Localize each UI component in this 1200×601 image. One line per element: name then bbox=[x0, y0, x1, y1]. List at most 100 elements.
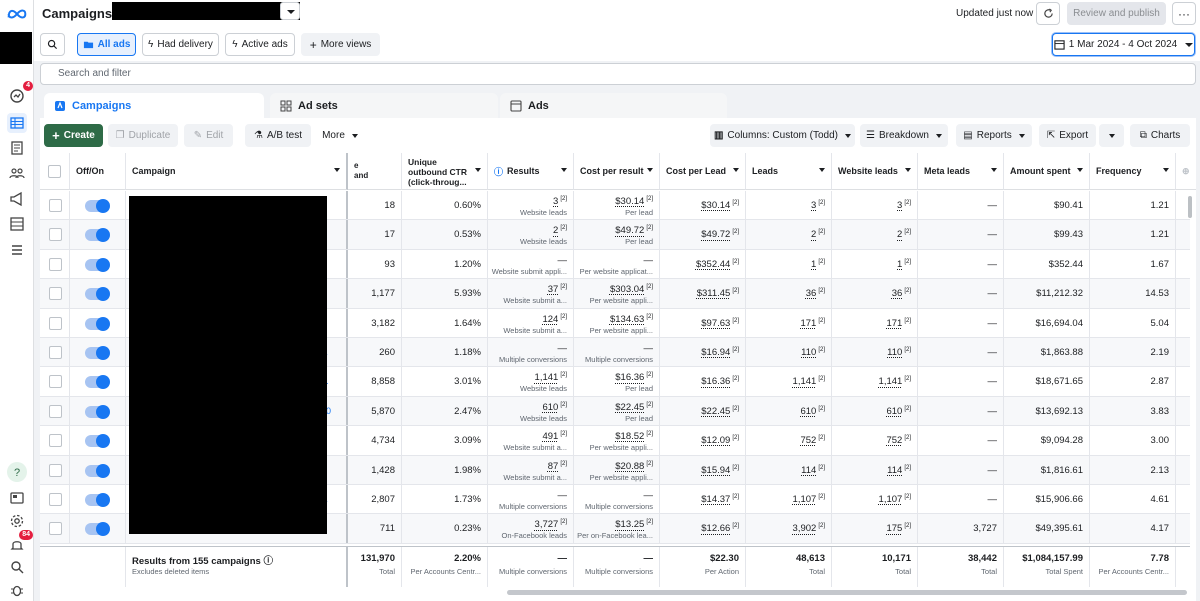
ab-test-button[interactable]: ⚗ A/B test bbox=[245, 124, 311, 147]
value-cpr[interactable]: $16.36 bbox=[615, 373, 644, 384]
value-cpl[interactable]: $16.36 bbox=[701, 377, 730, 388]
export-button[interactable]: ⇱ Export bbox=[1039, 124, 1096, 147]
campaign-toggle[interactable] bbox=[85, 404, 110, 419]
value-cpr[interactable]: — bbox=[644, 255, 654, 266]
value-leads[interactable]: 110 bbox=[801, 347, 816, 358]
value-res[interactable]: 491 bbox=[542, 431, 558, 442]
value-wl[interactable]: 1 bbox=[897, 259, 902, 270]
campaign-toggle[interactable] bbox=[85, 434, 110, 449]
header-amount-spent[interactable]: Amount spent bbox=[1004, 153, 1090, 190]
row-checkbox[interactable] bbox=[49, 522, 62, 536]
value-leads[interactable]: 171 bbox=[800, 318, 816, 329]
value-leads[interactable]: 114 bbox=[801, 465, 816, 476]
all-ads-filter[interactable]: All ads bbox=[77, 33, 136, 56]
value-wl[interactable]: 2 bbox=[897, 230, 902, 241]
value-res[interactable]: 1,141 bbox=[535, 373, 559, 384]
select-all-checkbox[interactable] bbox=[48, 165, 61, 178]
value-cpl[interactable]: $12.09 bbox=[701, 435, 730, 446]
value-wl[interactable]: 1,107 bbox=[879, 494, 903, 505]
campaign-toggle[interactable] bbox=[85, 287, 110, 302]
header-ctr[interactable]: Unique outbound CTR (click-throug... bbox=[402, 153, 488, 190]
header-cost-per-lead[interactable]: Cost per Lead bbox=[660, 153, 746, 190]
row-checkbox[interactable] bbox=[49, 257, 62, 271]
menu-icon[interactable] bbox=[7, 240, 27, 260]
value-leads[interactable]: 610 bbox=[800, 406, 816, 417]
duplicate-button[interactable]: ❐ Duplicate bbox=[108, 124, 178, 147]
value-cpr[interactable]: $303.04 bbox=[610, 284, 644, 295]
bug-report-icon[interactable] bbox=[7, 580, 27, 600]
refresh-button[interactable] bbox=[1036, 2, 1060, 25]
header-leads[interactable]: Leads bbox=[746, 153, 832, 190]
header-frequency[interactable]: Frequency bbox=[1090, 153, 1176, 190]
value-leads[interactable]: 36 bbox=[806, 288, 817, 299]
date-range-picker[interactable]: 1 Mar 2024 - 4 Oct 2024 bbox=[1052, 33, 1195, 56]
value-res[interactable]: 3 bbox=[553, 196, 558, 207]
account-selector-redacted[interactable] bbox=[112, 2, 300, 20]
add-column-button[interactable]: ⊕ bbox=[1176, 153, 1196, 190]
value-res[interactable]: 124 bbox=[542, 314, 558, 325]
value-cpl[interactable]: $30.14 bbox=[701, 200, 730, 211]
value-res[interactable]: 3,727 bbox=[535, 520, 559, 531]
value-cpr[interactable]: $13.25 bbox=[615, 520, 644, 531]
export-dropdown[interactable] bbox=[1099, 124, 1124, 147]
header-cost-per-result[interactable]: Cost per result bbox=[574, 153, 660, 190]
value-cpr[interactable]: $22.45 bbox=[615, 402, 644, 413]
value-wl[interactable]: 171 bbox=[886, 318, 902, 329]
notifications-icon[interactable]: 4 bbox=[7, 81, 33, 106]
row-checkbox[interactable] bbox=[49, 434, 62, 448]
campaign-toggle[interactable] bbox=[85, 463, 110, 478]
row-checkbox[interactable] bbox=[49, 463, 62, 477]
tab-campaigns[interactable]: Campaigns bbox=[44, 93, 264, 119]
value-res[interactable]: 87 bbox=[548, 461, 559, 472]
value-leads[interactable]: 752 bbox=[800, 435, 816, 446]
had-delivery-filter[interactable]: ϟ Had delivery bbox=[142, 33, 219, 56]
ads-manager-icon[interactable] bbox=[7, 113, 27, 133]
campaign-toggle[interactable] bbox=[85, 493, 110, 507]
value-leads[interactable]: 1 bbox=[811, 259, 816, 270]
campaign-toggle[interactable] bbox=[85, 375, 110, 390]
value-cpr[interactable]: — bbox=[644, 490, 654, 501]
value-res[interactable]: 610 bbox=[542, 402, 558, 413]
row-checkbox[interactable] bbox=[49, 404, 62, 418]
value-leads[interactable]: 3 bbox=[811, 200, 816, 211]
header-campaign[interactable]: Campaign bbox=[126, 153, 348, 190]
campaign-toggle[interactable] bbox=[85, 199, 110, 213]
charts-button[interactable]: ⧉ Charts bbox=[1130, 124, 1190, 147]
value-leads[interactable]: 1,141 bbox=[793, 377, 817, 388]
search-icon[interactable] bbox=[7, 557, 27, 577]
breakdown-button[interactable]: ☰ Breakdown bbox=[860, 124, 948, 147]
alerts-bell-icon[interactable]: 84 bbox=[7, 530, 33, 555]
value-cpl[interactable]: $14.37 bbox=[701, 494, 730, 505]
campaign-toggle[interactable] bbox=[85, 257, 110, 272]
header-results[interactable]: ⓘ Results bbox=[488, 153, 574, 190]
value-res[interactable]: 37 bbox=[548, 284, 559, 295]
value-wl[interactable]: 752 bbox=[886, 435, 902, 446]
row-checkbox[interactable] bbox=[49, 346, 62, 359]
search-filter-input[interactable]: Search and filter bbox=[40, 63, 1196, 85]
value-cpl[interactable]: $311.45 bbox=[697, 288, 731, 299]
active-ads-filter[interactable]: ϟ Active ads bbox=[225, 33, 295, 56]
value-cpr[interactable]: $49.72 bbox=[615, 226, 644, 237]
meta-logo-icon[interactable] bbox=[5, 4, 29, 24]
value-cpr[interactable]: — bbox=[644, 343, 654, 354]
audiences-icon[interactable] bbox=[7, 163, 27, 183]
review-publish-button[interactable]: Review and publish bbox=[1067, 2, 1166, 25]
row-checkbox[interactable] bbox=[49, 375, 62, 389]
campaign-toggle[interactable] bbox=[85, 522, 110, 537]
value-wl[interactable]: 114 bbox=[887, 465, 902, 476]
header-off-on[interactable]: Off/On bbox=[70, 153, 126, 190]
value-cpl[interactable]: $49.72 bbox=[701, 230, 730, 241]
more-views-button[interactable]: + More views bbox=[301, 33, 380, 56]
row-checkbox[interactable] bbox=[49, 493, 62, 506]
header-spend-fragment[interactable]: e and bbox=[348, 153, 402, 190]
megaphone-icon[interactable] bbox=[7, 189, 27, 209]
more-button[interactable]: More bbox=[318, 124, 362, 147]
horizontal-scrollbar[interactable] bbox=[507, 590, 1187, 595]
campaign-toggle[interactable] bbox=[85, 346, 110, 360]
reports-button[interactable]: ▤ Reports bbox=[956, 124, 1032, 147]
row-checkbox[interactable] bbox=[49, 199, 62, 212]
value-res[interactable]: — bbox=[558, 343, 568, 354]
settings-gear-icon[interactable] bbox=[7, 511, 27, 531]
create-button[interactable]: + Create bbox=[44, 124, 103, 147]
catalog-icon[interactable] bbox=[7, 214, 27, 234]
